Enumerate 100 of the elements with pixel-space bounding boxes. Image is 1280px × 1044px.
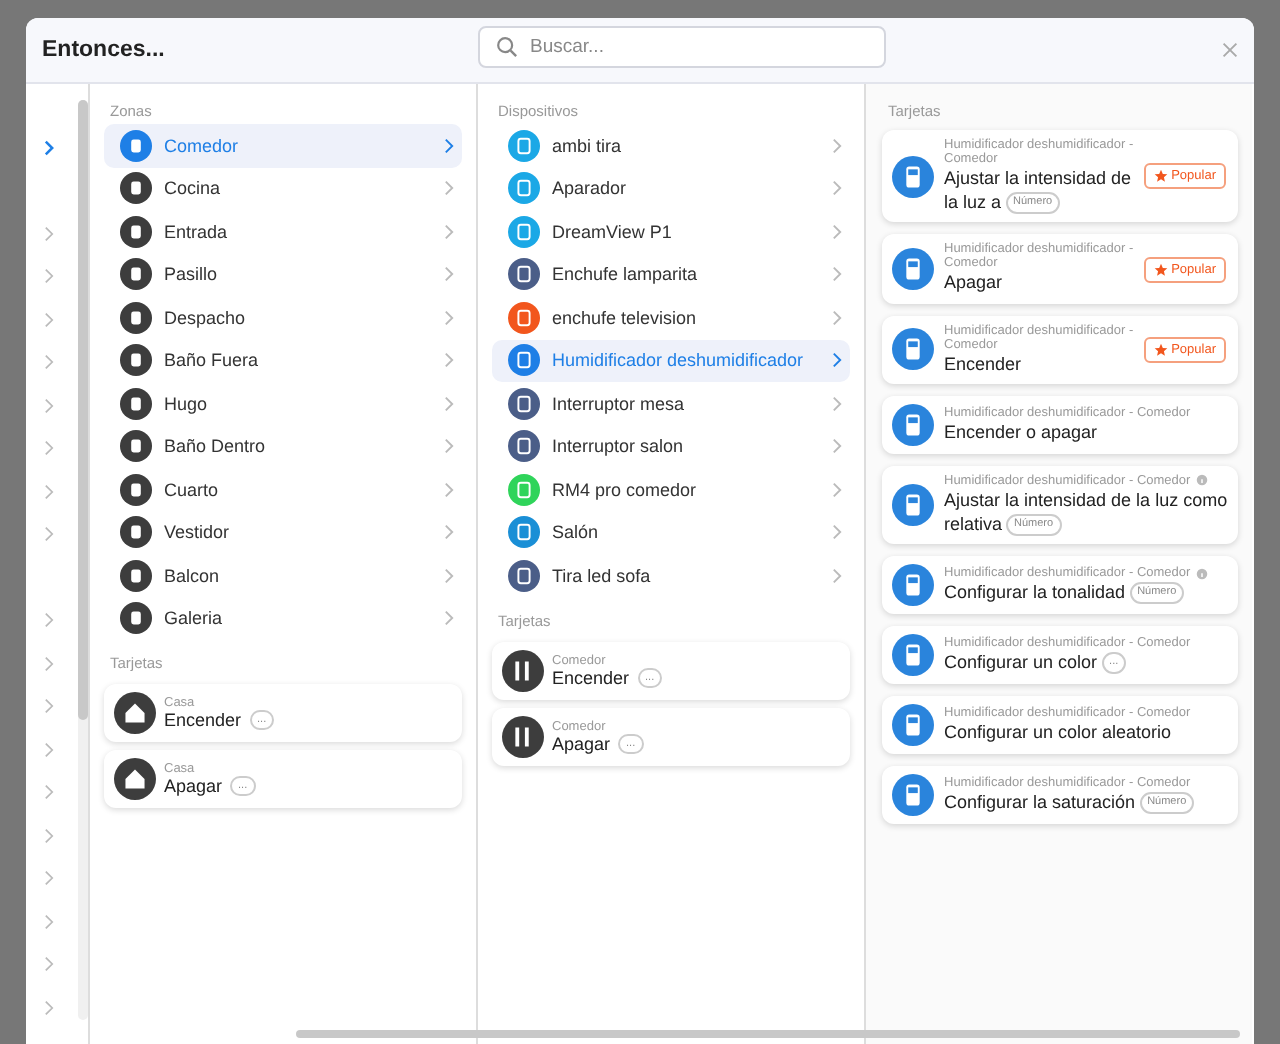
chevron-icon [444, 223, 454, 240]
room-icon [120, 387, 152, 420]
zone-item[interactable]: Entrada [104, 210, 462, 253]
device-icon [892, 774, 934, 817]
chevron-icon [832, 438, 842, 455]
chevron-icon[interactable] [43, 655, 53, 672]
chevron-icon[interactable] [43, 139, 53, 156]
search-icon [496, 36, 518, 58]
zone-item[interactable]: Comedor [104, 124, 462, 167]
chevron-icon[interactable] [43, 311, 53, 328]
chevron-icon[interactable] [43, 397, 53, 414]
chevron-icon[interactable] [43, 354, 53, 371]
device-icon [892, 634, 934, 677]
chevron-icon [444, 567, 454, 584]
chevron-icon[interactable] [43, 526, 53, 543]
room-icon [120, 129, 152, 162]
chevron-icon[interactable] [43, 870, 53, 887]
zone-item[interactable]: Cocina [104, 167, 462, 210]
chevron-icon[interactable] [43, 999, 53, 1016]
chevron-icon[interactable] [43, 698, 53, 715]
zone-item[interactable]: Galeria [104, 597, 462, 640]
device-icon [892, 248, 934, 291]
zone-item[interactable]: Hugo [104, 382, 462, 425]
device-icon [892, 403, 934, 446]
room-icon [120, 430, 152, 463]
device-item[interactable]: Enchufe lamparita [492, 253, 850, 296]
chevron-icon[interactable] [43, 268, 53, 285]
zone-item[interactable]: Cuarto [104, 468, 462, 511]
room-icon [120, 602, 152, 635]
house-icon [114, 758, 156, 800]
chevron-icon[interactable] [43, 612, 53, 629]
dialog-title: Entonces... [42, 38, 165, 62]
chevron-icon[interactable] [43, 440, 53, 457]
chevron-icon [444, 266, 454, 283]
zone-item[interactable]: Despacho [104, 296, 462, 339]
chevron-icon [444, 524, 454, 541]
room-icon [120, 516, 152, 549]
device-icon [892, 483, 934, 526]
device-item[interactable]: ambi tira [492, 124, 850, 167]
chevron-icon[interactable] [43, 483, 53, 500]
chevron-icon [832, 180, 842, 197]
device-item[interactable]: enchufe television [492, 296, 850, 339]
room-icon [120, 301, 152, 334]
room-icon [120, 172, 152, 205]
device-icon [892, 155, 934, 198]
card-title: Encender [552, 667, 630, 687]
chevron-icon[interactable] [43, 225, 53, 242]
zone-item[interactable]: Balcon [104, 554, 462, 597]
chevron-icon[interactable] [43, 741, 53, 758]
zone-item[interactable]: Pasillo [104, 253, 462, 296]
zone-item[interactable]: Baño Fuera [104, 339, 462, 382]
room-icon [120, 473, 152, 506]
chevron-icon [444, 395, 454, 412]
room-icon [120, 344, 152, 377]
chevron-icon [444, 137, 454, 154]
chevron-icon [444, 352, 454, 369]
card-title: Encender [164, 710, 242, 730]
card-title: Apagar [552, 733, 611, 753]
chevron-icon [444, 481, 454, 498]
scrollbar[interactable] [78, 100, 88, 1020]
zone-item[interactable]: Vestidor [104, 511, 462, 554]
chevron-icon[interactable] [43, 913, 53, 930]
chevron-icon [444, 180, 454, 197]
chevron-icon[interactable] [43, 784, 53, 801]
device-item[interactable]: DreamView P1 [492, 210, 850, 253]
scrollbar[interactable] [296, 1030, 1240, 1038]
card-title: Encender [944, 351, 1024, 376]
chevron-icon [832, 223, 842, 240]
chevron-icon [832, 567, 842, 584]
chevron-icon [832, 352, 842, 369]
chevron-icon [832, 481, 842, 498]
house-icon [114, 692, 156, 734]
close-icon[interactable] [1222, 42, 1238, 58]
device-item[interactable]: RM4 pro comedor [492, 468, 850, 511]
chevron-icon [832, 309, 842, 326]
device-item[interactable]: Tira led sofa [492, 554, 850, 597]
chevron-icon[interactable] [43, 827, 53, 844]
chevron-icon [832, 266, 842, 283]
search-field[interactable]: Buscar... [478, 26, 886, 68]
chevron-icon[interactable] [43, 956, 53, 973]
chevron-icon [832, 395, 842, 412]
device-item[interactable]: Salón [492, 511, 850, 554]
device-icon [892, 704, 934, 747]
device-icon [892, 328, 934, 371]
device-item[interactable]: Aparador [492, 167, 850, 210]
chevron-icon [444, 610, 454, 627]
room-icon [120, 258, 152, 291]
device-item[interactable]: Interruptor mesa [492, 382, 850, 425]
card-title: Apagar [164, 776, 223, 796]
device-item[interactable]: Interruptor salon [492, 425, 850, 468]
chevron-icon [832, 137, 842, 154]
card-title: Apagar [944, 270, 1005, 296]
card-title: Configurar un color aleatorio [944, 720, 1174, 745]
zone-item[interactable]: Baño Dentro [104, 425, 462, 468]
device-item[interactable]: Humidificador deshumidificador [492, 339, 850, 382]
room-icon [120, 559, 152, 592]
room-icon [120, 215, 152, 248]
chevron-icon [444, 438, 454, 455]
card-title: Encender o apagar [944, 419, 1100, 444]
chevron-icon [444, 309, 454, 326]
